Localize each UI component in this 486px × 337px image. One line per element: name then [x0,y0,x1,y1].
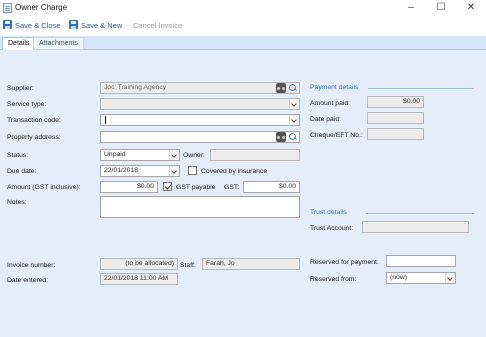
property-address-label: Property address: [7,134,61,141]
staff-label: Staff: [180,262,196,269]
trust-account-label: Trust Account: [310,225,354,232]
maximize-button[interactable]: ☐ [426,0,456,16]
staff-field: Farah, Jo [202,258,300,270]
owner-label: Owner: [183,152,205,159]
tab-details[interactable]: Details [2,37,36,51]
service-type-label: Service type: [7,101,47,108]
reserved-for-payment-input[interactable] [386,255,456,267]
reserved-for-payment-label: Reserved for payment: [310,259,379,266]
save-close-button[interactable]: Save & Close [3,20,60,32]
due-date-label: Due date: [7,168,37,175]
save-new-label: Save & New [81,21,123,30]
binoculars-icon[interactable] [276,132,286,142]
status-label: Status: [7,152,29,159]
date-entered-label: Date entered: [7,277,49,284]
magnifier-icon[interactable] [288,83,298,93]
gst-payable-label: GST payable [176,184,216,191]
binoculars-icon[interactable] [276,83,286,93]
transaction-code-select[interactable] [100,114,300,126]
trust-account-field [362,221,469,233]
amount-paid-label: Amount paid: [310,100,351,107]
cheque-eft-label: Cheque/EFT No.: [310,132,363,139]
service-type-select[interactable] [100,98,300,110]
invoice-number-field: (to be allocated) [100,258,178,270]
magnifier-icon[interactable] [288,132,298,142]
notes-textarea[interactable] [100,196,300,218]
chevron-down-icon [169,150,179,160]
floppy-disk-icon [3,20,12,29]
chevron-down-icon [289,115,299,125]
tab-attachments[interactable]: Attachments [33,37,84,50]
owner-field[interactable] [210,149,300,161]
payment-details-title: Payment details [310,84,359,91]
payment-details-divider [368,88,474,89]
gst-input[interactable]: $0.00 [243,181,300,193]
trust-details-title: Trust details [310,209,347,216]
reserved-from-value: (now) [390,274,407,281]
chevron-down-icon [289,99,299,109]
text-caret [105,116,106,124]
invoice-number-label: Invoice number: [7,262,56,269]
trust-details-divider [366,213,474,214]
supplier-value: Joc' Training Agency [104,84,167,91]
due-date-value: 22/01/2018 [104,167,139,174]
reserved-from-label: Reserved from: [310,276,357,283]
amount-label: Amount (GST inclusive): [7,184,81,191]
window-title: Owner Charge [15,3,68,12]
cancel-invoice-button[interactable]: Cancel Invoice [133,20,182,32]
amount-input[interactable]: $0.00 [100,181,158,193]
reserved-from-select[interactable]: (now) [386,272,456,284]
chevron-down-icon [169,166,179,176]
supplier-field[interactable]: Joc' Training Agency [100,82,300,94]
save-close-label: Save & Close [15,21,61,30]
status-value: Unpaid [104,151,126,158]
date-paid-field [367,112,424,124]
status-select[interactable]: Unpaid [100,149,180,161]
close-button[interactable]: ✕ [456,0,486,16]
chevron-down-icon [445,273,455,283]
covered-by-insurance-checkbox[interactable] [188,166,197,175]
transaction-code-label: Transaction code: [7,117,61,124]
cheque-eft-field [367,128,424,140]
title-bar: Owner Charge – ☐ ✕ [0,0,486,16]
gst-payable-checkbox[interactable] [163,182,172,191]
supplier-label: Supplier: [7,85,34,92]
date-paid-label: Date paid: [310,116,341,123]
amount-paid-field: $0.00 [367,96,424,108]
gst-label: GST: [224,184,240,191]
toolbar: Save & Close Save & New Cancel Invoice [0,17,486,34]
date-entered-field: 22/01/2018 11:00 AM [100,273,178,285]
details-panel: Supplier: Joc' Training Agency Service t… [0,50,486,337]
floppy-disk-icon [69,20,78,29]
document-icon [3,3,12,13]
property-address-field[interactable] [100,131,300,143]
covered-by-insurance-label: Covered by insurance [201,168,268,175]
tab-strip: Details Attachments [0,36,486,51]
due-date-picker[interactable]: 22/01/2018 [100,165,180,177]
minimize-button[interactable]: – [396,0,426,16]
notes-label: Notes: [7,199,27,206]
save-new-button[interactable]: Save & New [69,20,122,32]
